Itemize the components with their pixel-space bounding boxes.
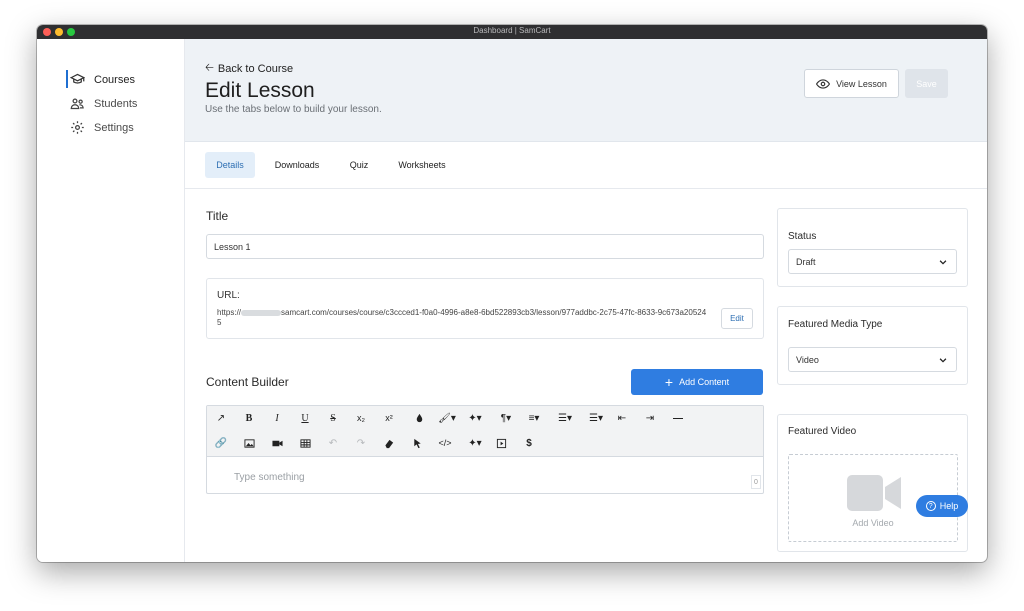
tab-worksheets[interactable]: Worksheets bbox=[391, 152, 453, 178]
edit-url-button[interactable]: Edit bbox=[721, 308, 753, 329]
lesson-tabs: Details Downloads Quiz Worksheets bbox=[185, 142, 987, 189]
add-content-button[interactable]: + Add Content bbox=[631, 369, 763, 395]
back-label: Back to Course bbox=[217, 62, 294, 75]
brush-icon[interactable]: 🖌▾ bbox=[434, 408, 460, 428]
status-label: Status bbox=[788, 231, 817, 242]
unordered-list-icon[interactable]: ☰▾ bbox=[583, 408, 609, 428]
url-label: URL: bbox=[217, 290, 240, 301]
users-icon bbox=[70, 98, 84, 110]
horizontal-rule-icon[interactable]: — bbox=[667, 408, 689, 428]
editor-toolbar: ↗ B I U S x₂ x² 🖌▾ ✦▾ ¶▾ ≡▾ ☰▾ ☰▾ ⇤ ⇥ — … bbox=[207, 406, 763, 457]
gear-icon bbox=[71, 121, 84, 134]
add-video-label: Add Video bbox=[852, 518, 894, 528]
tab-details[interactable]: Details bbox=[205, 152, 255, 178]
bold-icon[interactable]: B bbox=[238, 408, 260, 428]
plus-icon: + bbox=[664, 374, 674, 390]
sidebar-item-settings[interactable]: Settings bbox=[70, 120, 134, 135]
eraser-icon[interactable] bbox=[378, 433, 400, 453]
editor-placeholder[interactable]: Type something bbox=[234, 472, 305, 483]
italic-icon[interactable]: I bbox=[266, 408, 288, 428]
code-view-icon[interactable]: </> bbox=[434, 433, 456, 453]
page-subtitle: Use the tabs below to build your lesson. bbox=[205, 104, 382, 115]
featured-video-card: Featured Video Add Video bbox=[777, 414, 968, 552]
link-icon[interactable]: 🔗 bbox=[210, 433, 232, 453]
title-label: Title bbox=[206, 209, 229, 223]
app-window: Dashboard | SamCart Courses Students Set… bbox=[37, 25, 987, 562]
video-camera-icon bbox=[847, 475, 901, 511]
table-icon[interactable] bbox=[294, 433, 316, 453]
page-header: 🡠 Back to Course Edit Lesson Use the tab… bbox=[185, 39, 987, 142]
tab-quiz[interactable]: Quiz bbox=[343, 152, 375, 178]
title-bar: Dashboard | SamCart bbox=[37, 25, 987, 39]
redo-icon[interactable]: ↷ bbox=[350, 433, 372, 453]
help-label: Help bbox=[939, 501, 959, 511]
rich-text-editor: ↗ B I U S x₂ x² 🖌▾ ✦▾ ¶▾ ≡▾ ☰▾ ☰▾ ⇤ ⇥ — … bbox=[206, 405, 764, 494]
paragraph-icon[interactable]: ¶▾ bbox=[493, 408, 519, 428]
sidebar: Courses Students Settings bbox=[37, 39, 185, 562]
dollar-icon[interactable]: $ bbox=[518, 433, 540, 453]
view-lesson-button[interactable]: View Lesson bbox=[804, 69, 899, 98]
magic-wand-icon[interactable]: ✦▾ bbox=[462, 433, 488, 453]
select-all-icon[interactable] bbox=[406, 433, 428, 453]
sidebar-item-label: Settings bbox=[94, 121, 134, 134]
embed-icon[interactable] bbox=[490, 433, 512, 453]
sidebar-item-label: Students bbox=[94, 97, 138, 110]
outdent-icon[interactable]: ⇤ bbox=[611, 408, 633, 428]
magic-wand-icon[interactable]: ✦▾ bbox=[462, 408, 488, 428]
title-input[interactable]: Lesson 1 bbox=[206, 234, 764, 259]
align-icon[interactable]: ≡▾ bbox=[521, 408, 547, 428]
content-builder-label: Content Builder bbox=[206, 375, 289, 389]
chevron-down-icon bbox=[939, 260, 947, 265]
status-value: Draft bbox=[796, 256, 816, 267]
question-circle-icon: ? bbox=[925, 501, 936, 511]
media-type-card: Featured Media Type Video bbox=[777, 306, 968, 385]
add-content-label: Add Content bbox=[679, 377, 730, 387]
image-icon[interactable] bbox=[238, 433, 260, 453]
media-type-select[interactable]: Video bbox=[788, 347, 957, 372]
status-card: Status Draft bbox=[777, 208, 968, 287]
back-to-course-link[interactable]: 🡠 Back to Course bbox=[205, 59, 293, 78]
url-rest: samcart.com/courses/course/c3ccced1-f0a0… bbox=[217, 308, 707, 327]
view-lesson-label: View Lesson bbox=[836, 78, 887, 89]
sidebar-item-label: Courses bbox=[94, 73, 135, 86]
url-prefix: https:// bbox=[217, 308, 242, 317]
media-type-label: Featured Media Type bbox=[788, 319, 883, 330]
url-card: URL: https://samcart.com/courses/course/… bbox=[206, 278, 764, 339]
eye-icon bbox=[816, 78, 831, 89]
underline-icon[interactable]: U bbox=[294, 408, 316, 428]
save-button[interactable]: Save bbox=[905, 69, 948, 98]
lesson-url: https://samcart.com/courses/course/c3ccc… bbox=[217, 308, 709, 328]
page-title: Edit Lesson bbox=[205, 79, 315, 102]
status-select[interactable]: Draft bbox=[788, 249, 957, 274]
help-button[interactable]: ? Help bbox=[916, 495, 968, 517]
media-type-value: Video bbox=[796, 354, 819, 365]
character-counter: 0 bbox=[751, 475, 761, 489]
strikethrough-icon[interactable]: S bbox=[322, 408, 344, 428]
featured-video-label: Featured Video bbox=[788, 426, 857, 437]
active-indicator bbox=[66, 70, 68, 88]
chevron-down-icon bbox=[939, 358, 947, 363]
ordered-list-icon[interactable]: ☰▾ bbox=[552, 408, 578, 428]
window-title: Dashboard | SamCart bbox=[473, 26, 551, 35]
superscript-icon[interactable]: x² bbox=[378, 408, 400, 428]
arrow-left-icon: 🡠 bbox=[205, 62, 214, 74]
graduation-cap-icon bbox=[70, 73, 85, 84]
video-icon[interactable] bbox=[266, 433, 288, 453]
indent-icon[interactable]: ⇥ bbox=[639, 408, 661, 428]
tab-downloads[interactable]: Downloads bbox=[267, 152, 327, 178]
sidebar-item-students[interactable]: Students bbox=[70, 96, 137, 111]
redacted-subdomain bbox=[241, 309, 282, 316]
fullscreen-icon[interactable]: ↗ bbox=[210, 408, 232, 428]
subscript-icon[interactable]: x₂ bbox=[350, 408, 372, 428]
text-color-icon[interactable] bbox=[408, 408, 430, 428]
sidebar-item-courses[interactable]: Courses bbox=[70, 72, 135, 87]
undo-icon[interactable]: ↶ bbox=[322, 433, 344, 453]
